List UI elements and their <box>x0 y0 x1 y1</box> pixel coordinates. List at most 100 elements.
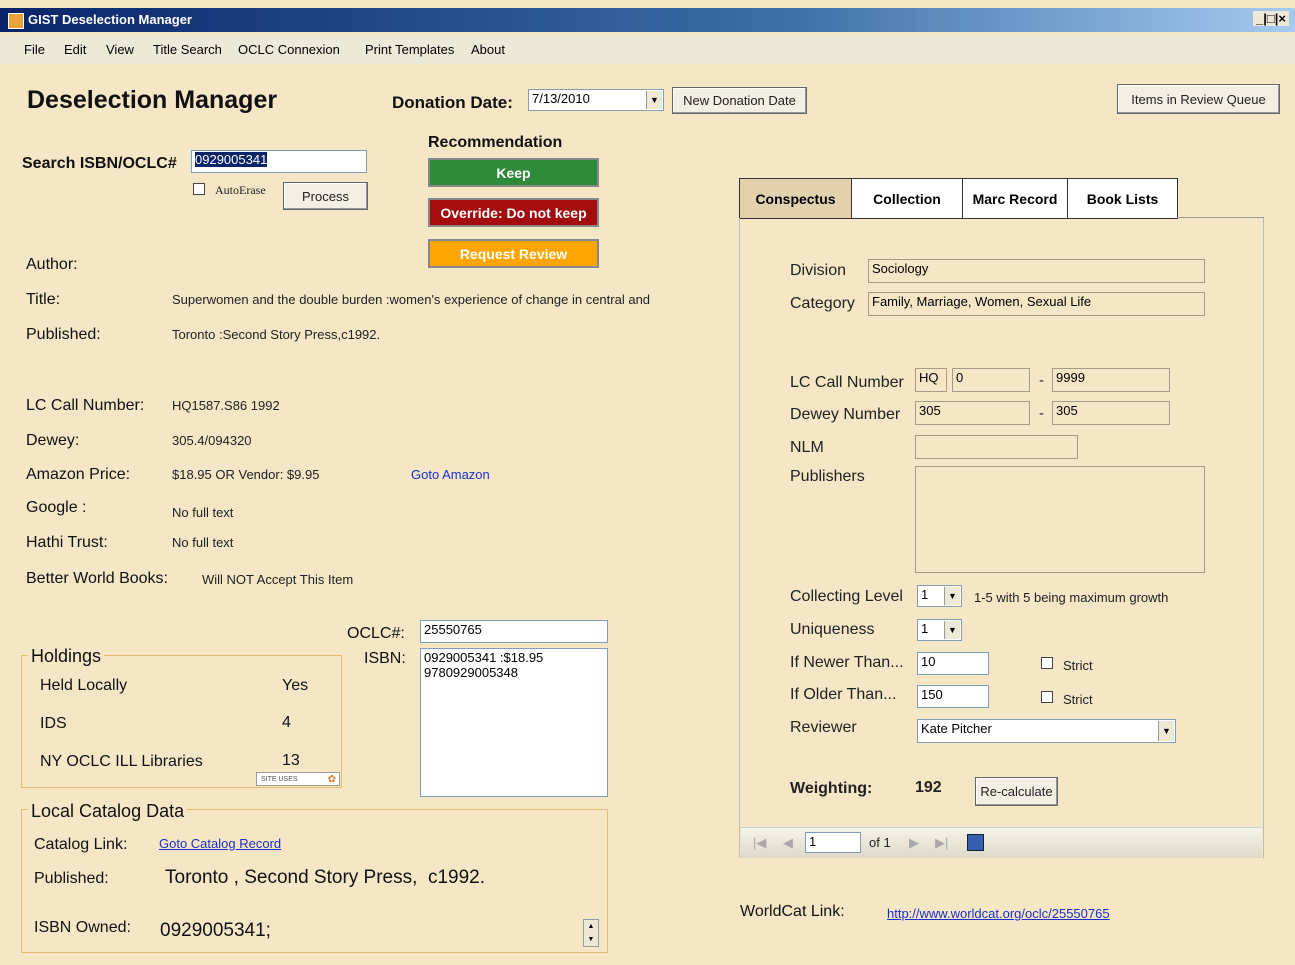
menu-edit[interactable]: Edit <box>64 42 86 57</box>
division-label: Division <box>790 262 847 279</box>
recalculate-button[interactable]: Re-calculate <box>975 777 1058 806</box>
lc-call-number-value: HQ1587.S86 1992 <box>172 398 280 413</box>
if-newer-than-value: 10 <box>921 654 936 669</box>
window-title: GIST Deselection Manager <box>28 12 192 27</box>
worldcat-link[interactable]: http://www.worldcat.org/oclc/25550765 <box>887 906 1110 921</box>
tab-collection[interactable]: Collection <box>851 178 963 219</box>
weighting-label: Weighting: <box>790 780 873 797</box>
menu-print-templates[interactable]: Print Templates <box>365 42 454 57</box>
page-number-input[interactable]: 1 <box>805 832 861 853</box>
lc-from-field: 0 <box>952 368 1030 392</box>
prev-page-icon[interactable]: ◀ <box>783 835 793 851</box>
tab-conspectus[interactable]: Conspectus <box>739 178 852 219</box>
catalog-link-label: Catalog Link: <box>34 836 128 853</box>
title-value: Superwomen and the double burden :women'… <box>172 292 654 307</box>
menu-view[interactable]: View <box>106 42 134 57</box>
title-label: Title: <box>26 291 61 308</box>
older-strict-checkbox[interactable] <box>1041 691 1053 703</box>
isbn-list[interactable]: 0929005341 :$18.95 9780929005348 <box>420 648 608 797</box>
goto-amazon-link[interactable]: Goto Amazon <box>411 467 490 482</box>
app-window: GIST Deselection Manager _|□|× File Edit… <box>0 0 1295 965</box>
dewey-to-field: 305 <box>1052 401 1170 425</box>
nlm-field <box>915 435 1078 459</box>
amazon-price-value: $18.95 OR Vendor: $9.95 <box>172 467 320 482</box>
dewey-to-value: 305 <box>1056 403 1078 418</box>
chevron-down-icon[interactable]: ▼ <box>944 587 960 605</box>
lc-to-value: 9999 <box>1056 370 1085 385</box>
reviewer-select[interactable]: Kate Pitcher ▼ <box>917 719 1176 743</box>
held-locally-value: Yes <box>282 677 309 694</box>
division-field: Sociology <box>868 259 1205 283</box>
title-bar: GIST Deselection Manager _|□|× <box>0 8 1295 32</box>
app-icon <box>8 13 24 29</box>
better-world-books-value: Will NOT Accept This Item <box>202 572 354 587</box>
next-page-icon[interactable]: ▶ <box>909 835 919 851</box>
dewey-label: Dewey: <box>26 432 80 449</box>
collecting-level-note: 1-5 with 5 being maximum growth <box>974 590 1169 605</box>
menu-oclc-connexion[interactable]: OCLC Connexion <box>238 42 340 57</box>
chevron-down-icon[interactable]: ▼ <box>944 621 960 639</box>
autoerase-checkbox[interactable] <box>193 183 205 195</box>
keep-button[interactable]: Keep <box>428 158 599 187</box>
chevron-down-icon[interactable]: ▼ <box>646 91 662 109</box>
ids-value: 4 <box>282 714 291 731</box>
isbn-owned-label: ISBN Owned: <box>34 919 131 936</box>
if-older-than-label: If Older Than... <box>790 686 897 703</box>
oclc-field[interactable]: 25550765 <box>420 620 608 643</box>
new-donation-date-button[interactable]: New Donation Date <box>672 87 807 114</box>
isbn-owned-value: 0929005341; <box>160 920 271 941</box>
override-do-not-keep-button[interactable]: Override: Do not keep <box>428 198 599 227</box>
older-strict-label: Strict <box>1063 692 1093 707</box>
goto-catalog-record-link[interactable]: Goto Catalog Record <box>159 836 281 851</box>
local-published-label: Published: <box>34 870 109 887</box>
tab-book-lists[interactable]: Book Lists <box>1067 178 1178 219</box>
lc-range-dash: - <box>1039 372 1044 389</box>
window-controls[interactable]: _|□|× <box>1253 11 1289 26</box>
publishers-label: Publishers <box>790 468 865 485</box>
save-icon[interactable] <box>967 834 984 851</box>
newer-strict-label: Strict <box>1063 658 1093 673</box>
category-field: Family, Marriage, Women, Sexual Life <box>868 292 1205 316</box>
author-label: Author: <box>26 256 78 273</box>
recommendation-label: Recommendation <box>428 134 563 151</box>
tab-marc-record[interactable]: Marc Record <box>962 178 1068 219</box>
lc-to-field: 9999 <box>1052 368 1170 392</box>
category-label: Category <box>790 295 855 312</box>
menu-file[interactable]: File <box>24 42 45 57</box>
chevron-down-icon[interactable]: ▼ <box>1158 721 1174 741</box>
uniqueness-value: 1 <box>921 621 929 636</box>
lc-class-value: HQ <box>919 370 939 385</box>
if-newer-than-label: If Newer Than... <box>790 654 904 671</box>
isbn-label: ISBN: <box>364 650 406 667</box>
items-in-review-queue-button[interactable]: Items in Review Queue <box>1117 84 1280 114</box>
donation-date-picker[interactable]: 7/13/2010 ▼ <box>528 89 664 111</box>
scroll-spinner[interactable]: ▲ ▼ <box>583 919 599 947</box>
google-label: Google : <box>26 499 87 516</box>
search-input[interactable]: 0929005341 <box>191 150 367 173</box>
weighting-value: 192 <box>915 779 942 796</box>
first-page-icon[interactable]: |◀ <box>753 835 766 851</box>
newer-strict-checkbox[interactable] <box>1041 657 1053 669</box>
collecting-level-select[interactable]: 1 ▼ <box>917 585 962 607</box>
menu-about[interactable]: About <box>471 42 505 57</box>
process-button[interactable]: Process <box>283 182 368 210</box>
lc-from-value: 0 <box>956 370 964 385</box>
pager-toolbar: |◀ ◀ 1 of 1 ▶ ▶| <box>741 827 1262 858</box>
uniqueness-select[interactable]: 1 ▼ <box>917 619 962 641</box>
worldcat-label: WorldCat Link: <box>740 903 845 920</box>
last-page-icon[interactable]: ▶| <box>935 835 948 851</box>
held-locally-label: Held Locally <box>40 677 128 694</box>
page-of-label: of 1 <box>869 835 891 850</box>
google-value: No full text <box>172 505 234 520</box>
holdings-legend: Holdings <box>28 646 105 667</box>
reviewer-label: Reviewer <box>790 719 857 736</box>
request-review-button[interactable]: Request Review <box>428 239 599 268</box>
oclc-label: OCLC#: <box>347 625 405 642</box>
if-older-than-input[interactable]: 150 <box>917 685 989 708</box>
if-newer-than-input[interactable]: 10 <box>917 652 989 675</box>
lc-range-label: LC Call Number <box>790 374 904 391</box>
menu-title-search[interactable]: Title Search <box>153 42 222 57</box>
better-world-books-label: Better World Books: <box>26 570 168 587</box>
hathi-trust-value: No full text <box>172 535 234 550</box>
reviewer-value: Kate Pitcher <box>921 721 992 736</box>
